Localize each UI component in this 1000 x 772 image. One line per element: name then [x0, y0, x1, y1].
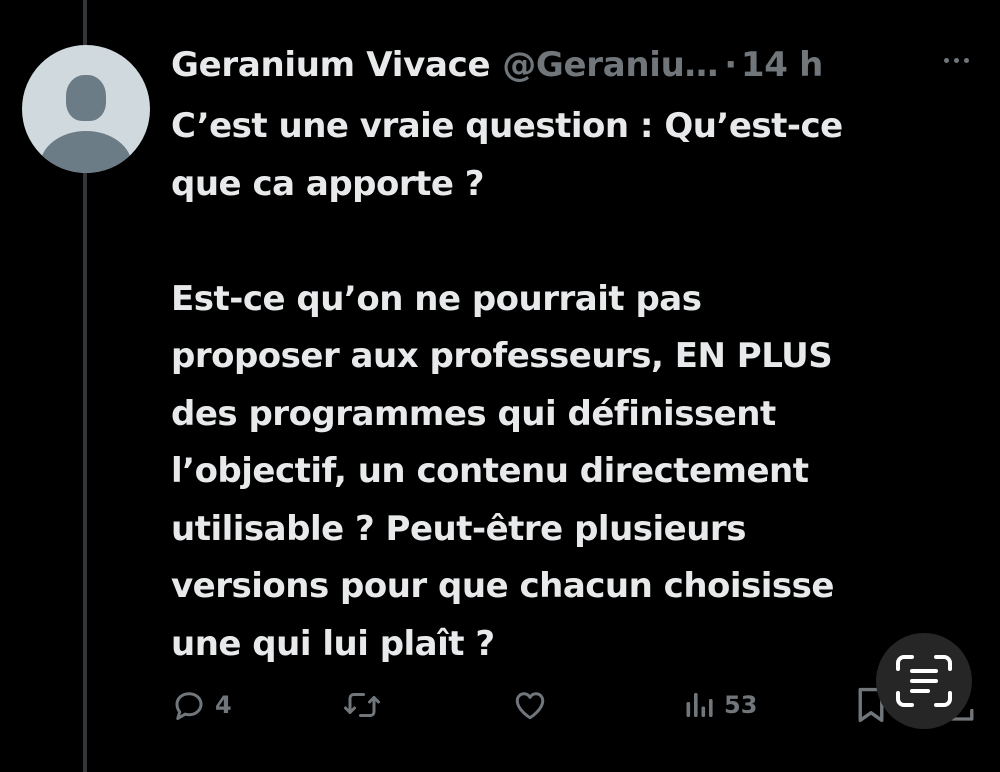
avatar-body-shape	[40, 131, 132, 173]
views-count: 53	[724, 691, 758, 719]
header-separator: ·	[724, 45, 737, 85]
tweet-timestamp[interactable]: 14 h	[741, 45, 823, 85]
views-button[interactable]: 53	[684, 682, 757, 728]
reply-icon	[175, 692, 203, 720]
avatar-head-shape	[66, 75, 106, 121]
more-icon[interactable]	[944, 58, 969, 63]
tweet-actions: 4 53	[0, 682, 1000, 728]
live-text-scan-icon	[896, 655, 952, 707]
tweet-header: Geranium Vivace @Geraniu… · 14 h	[171, 40, 823, 90]
author-name[interactable]: Geranium Vivace	[171, 45, 491, 85]
more-dot	[944, 58, 949, 63]
like-icon	[515, 692, 545, 720]
author-handle[interactable]: @Geraniu…	[502, 45, 718, 85]
retweet-icon	[344, 693, 380, 717]
tweet-paragraph-2: Est-ce qu’on ne pourrait pas proposer au…	[171, 278, 834, 664]
reply-button[interactable]: 4	[171, 682, 232, 728]
views-icon	[686, 693, 713, 717]
tweet-paragraph-1: C’est une vraie question : Qu’est-ce que…	[171, 106, 843, 204]
more-dot	[954, 58, 959, 63]
more-dot	[964, 58, 969, 63]
tweet-text: C’est une vraie question : Qu’est-ce que…	[171, 98, 961, 673]
retweet-button[interactable]	[342, 682, 382, 728]
like-button[interactable]	[511, 682, 549, 728]
live-text-scan-button[interactable]	[876, 633, 972, 729]
avatar[interactable]	[22, 45, 150, 173]
reply-count: 4	[215, 691, 232, 719]
